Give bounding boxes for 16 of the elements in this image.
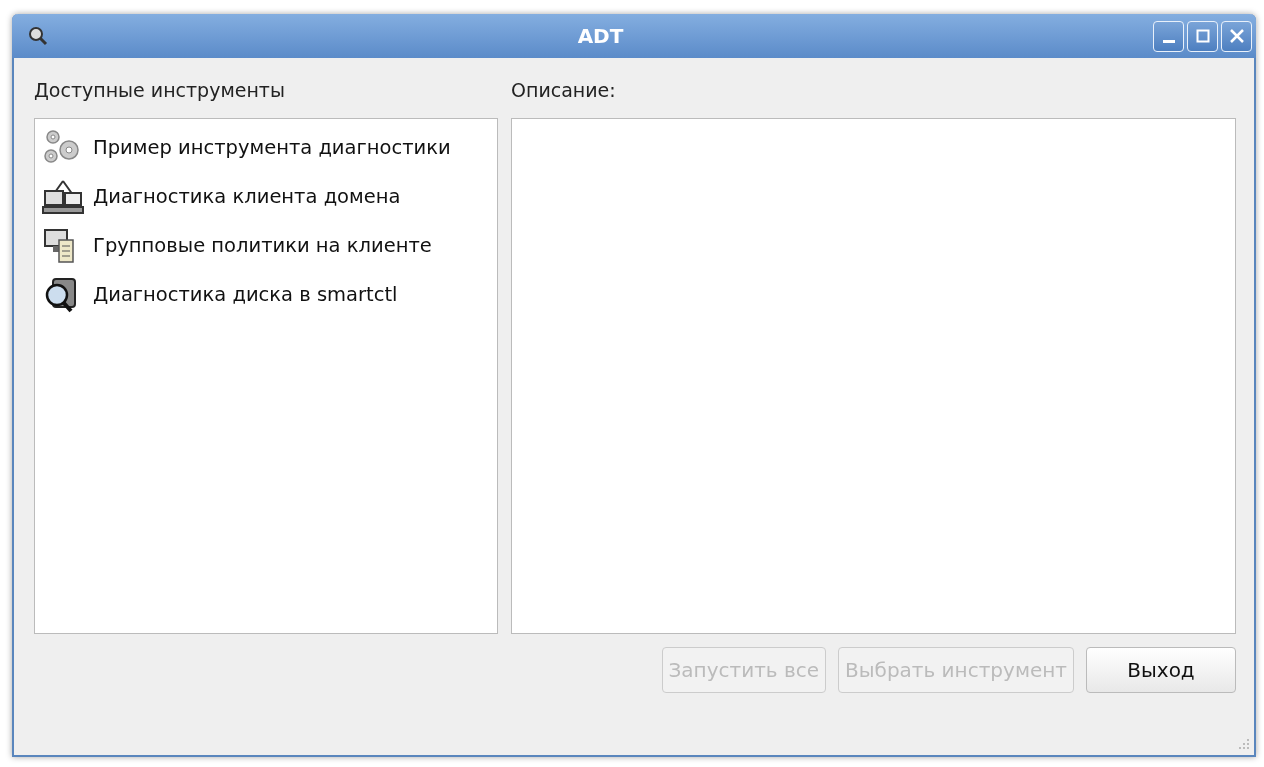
maximize-icon bbox=[1194, 28, 1211, 44]
resize-grip-icon bbox=[1236, 737, 1250, 751]
close-button[interactable] bbox=[1221, 20, 1252, 52]
minimize-icon bbox=[1162, 40, 1175, 43]
minimize-button[interactable] bbox=[1153, 20, 1184, 52]
tools-label: Доступные инструменты bbox=[34, 78, 286, 103]
maximize-button[interactable] bbox=[1187, 20, 1218, 52]
tool-item[interactable]: Групповые политики на клиенте bbox=[41, 221, 491, 270]
action-button[interactable]: Выход bbox=[1086, 647, 1236, 693]
tool-item[interactable]: Диагностика клиента домена bbox=[41, 172, 491, 221]
tool-item[interactable]: Диагностика диска в smartctl bbox=[41, 270, 491, 319]
window-title: ADT bbox=[576, 24, 625, 48]
magnifier-icon bbox=[28, 26, 48, 46]
tool-item[interactable]: Пример инструмента диагностики bbox=[41, 123, 491, 172]
description-label: Описание: bbox=[511, 78, 617, 103]
close-icon bbox=[1228, 28, 1245, 44]
